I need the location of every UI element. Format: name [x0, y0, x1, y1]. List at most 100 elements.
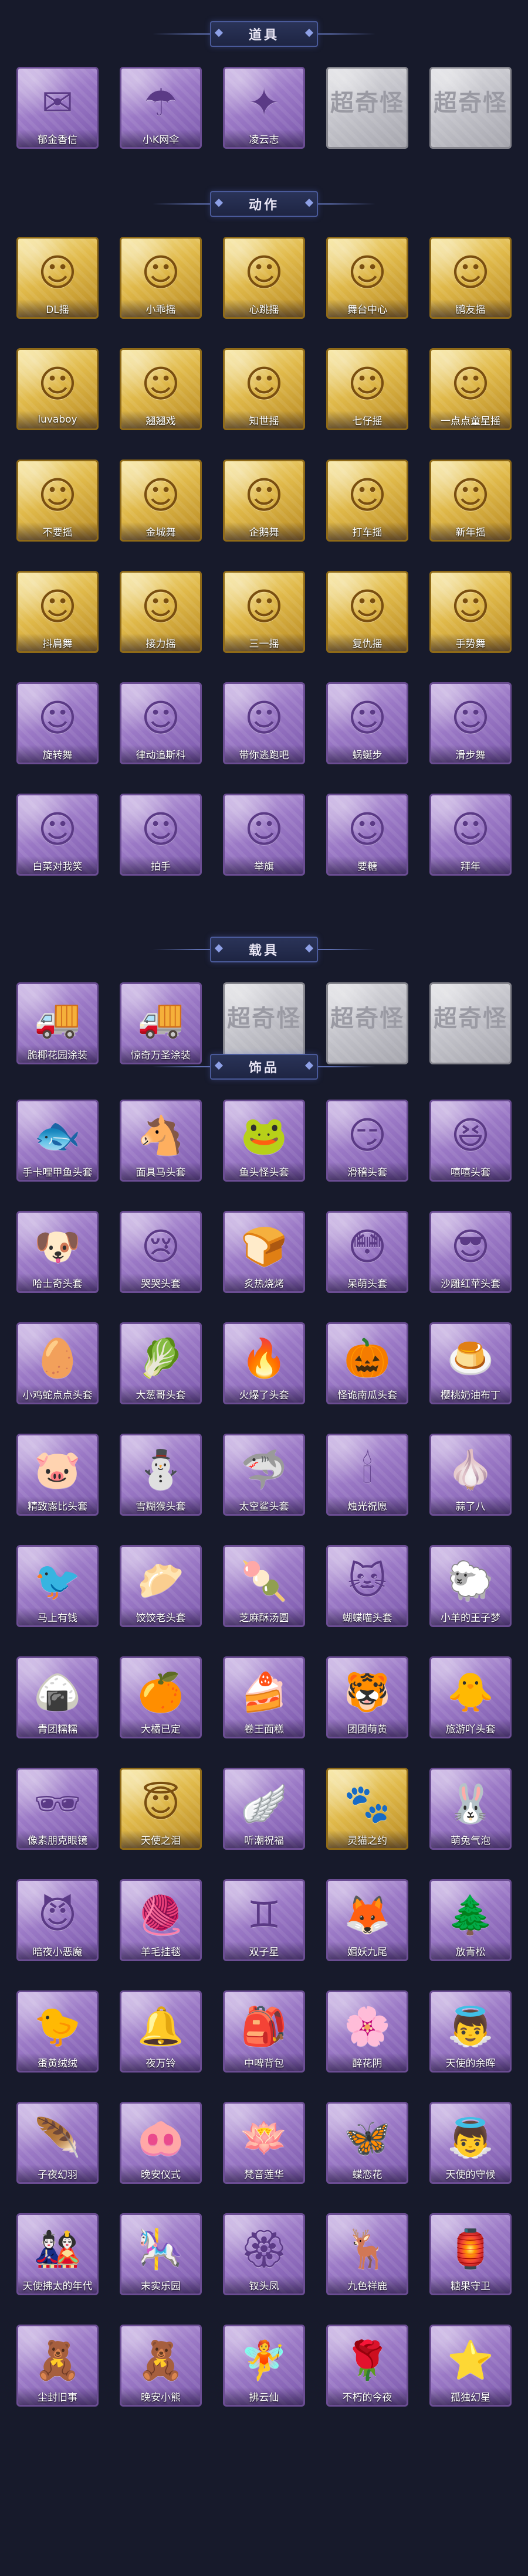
item-card[interactable]: ⭐ 孤独幻星 — [429, 2325, 512, 2410]
item-card[interactable]: 🦋 蝶恋花 — [326, 2102, 408, 2187]
item-card[interactable]: ☺ 心跳摇 — [223, 237, 305, 322]
item-card[interactable]: 🐸 鱼头怪头套 — [223, 1100, 305, 1185]
item-card[interactable]: 🧄 蒜了八 — [429, 1434, 512, 1519]
empty-item-slot[interactable]: 超奇怪 — [326, 67, 408, 152]
item-card[interactable]: 🐷 精致露比头套 — [16, 1434, 99, 1519]
item-card[interactable]: ☺ 要糖 — [326, 794, 408, 879]
item-card[interactable]: ☺ 不要摇 — [16, 460, 99, 545]
item-card[interactable]: 😳 呆萌头套 — [326, 1211, 408, 1296]
item-card[interactable]: 🐥 旅游吖头套 — [429, 1656, 512, 1742]
item-card[interactable]: 🎒 中啤背包 — [223, 1990, 305, 2076]
item-card[interactable]: 🏵 钗头凤 — [223, 2213, 305, 2299]
item-card[interactable]: 🍡 芝麻酥汤圆 — [223, 1545, 305, 1631]
item-card[interactable]: 🍞 炙热烧烤 — [223, 1211, 305, 1296]
item-card[interactable]: ☺ 金城舞 — [120, 460, 202, 545]
item-card[interactable]: 🐱 蝴蝶喵头套 — [326, 1545, 408, 1631]
item-card[interactable]: 🧸 晚安小熊 — [120, 2325, 202, 2410]
item-card[interactable]: 🎎 天使拂太的年代 — [16, 2213, 99, 2299]
item-card[interactable]: ⛄ 雪糊猴头套 — [120, 1434, 202, 1519]
ice-cream-truck-icon: 🚚 — [34, 997, 81, 1040]
item-card[interactable]: 🍮 樱桃奶油布丁 — [429, 1322, 512, 1408]
item-card[interactable]: ☺ luvaboy — [16, 348, 99, 434]
item-card[interactable]: 🧸 尘封旧事 — [16, 2325, 99, 2410]
item-card[interactable]: 🕯 烛光祝愿 — [326, 1434, 408, 1519]
item-card[interactable]: 🐾 灵猫之约 — [326, 1768, 408, 1853]
item-card[interactable]: ☺ 滑步舞 — [429, 682, 512, 768]
item-card[interactable]: 😇 天使之泪 — [120, 1768, 202, 1853]
item-card[interactable]: ☺ 旋转舞 — [16, 682, 99, 768]
item-card[interactable]: ☺ 打车摇 — [326, 460, 408, 545]
item-card[interactable]: 🎠 末实乐园 — [120, 2213, 202, 2299]
item-card[interactable]: ☺ 七仔摇 — [326, 348, 408, 434]
item-card[interactable]: ☺ 三一摇 — [223, 571, 305, 656]
item-card[interactable]: ☺ 蜗蜒步 — [326, 682, 408, 768]
item-card[interactable]: 🐟 手卡哩甲鱼头套 — [16, 1100, 99, 1185]
item-card[interactable]: ☺ 带你逃跑吧 — [223, 682, 305, 768]
item-card[interactable]: ☂ 小K网伞 — [120, 67, 202, 152]
item-card[interactable]: 🥟 饺饺老头套 — [120, 1545, 202, 1631]
item-card[interactable]: ☺ 复仇摇 — [326, 571, 408, 656]
item-card[interactable]: 🧶 羊毛挂毯 — [120, 1879, 202, 1965]
item-card[interactable]: 👼 天使的守候 — [429, 2102, 512, 2187]
card-frame: 🥬 大葱哥头套 — [120, 1322, 202, 1404]
item-card[interactable]: ♊ 双子星 — [223, 1879, 305, 1965]
empty-item-slot[interactable]: 超奇怪 — [429, 67, 512, 152]
item-card[interactable]: ☺ DL摇 — [16, 237, 99, 322]
item-card[interactable]: ☺ 白菜对我笑 — [16, 794, 99, 879]
item-card[interactable]: ☺ 翘翘戏 — [120, 348, 202, 434]
card-frame: ☺ 一点点童星摇 — [429, 348, 512, 430]
item-card[interactable]: 🐑 小羊的王子梦 — [429, 1545, 512, 1631]
item-card[interactable]: 🪷 梵音莲华 — [223, 2102, 305, 2187]
item-card[interactable]: 🍰 卷王面糕 — [223, 1656, 305, 1742]
item-label: 尘封旧事 — [18, 2387, 97, 2405]
item-card[interactable]: 🌹 不朽的今夜 — [326, 2325, 408, 2410]
item-card[interactable]: 😢 哭哭头套 — [120, 1211, 202, 1296]
item-card[interactable]: 🐽 晚安仪式 — [120, 2102, 202, 2187]
item-card[interactable]: 😏 滑稽头套 — [326, 1100, 408, 1185]
item-card[interactable]: 👼 天使的余晖 — [429, 1990, 512, 2076]
item-card[interactable]: 🐰 萌兔气泡 — [429, 1768, 512, 1853]
item-card[interactable]: 🧚 拂云仙 — [223, 2325, 305, 2410]
item-card[interactable]: 🕶 像素朋克眼镜 — [16, 1768, 99, 1853]
item-card[interactable]: 🏮 糖果守卫 — [429, 2213, 512, 2299]
item-card[interactable]: 🥚 小鸡蛇点点头套 — [16, 1322, 99, 1408]
item-card[interactable]: 🌸 醉花阴 — [326, 1990, 408, 2076]
item-card[interactable]: ☺ 接力摇 — [120, 571, 202, 656]
item-card[interactable]: ☺ 一点点童星摇 — [429, 348, 512, 434]
item-card[interactable]: 🪶 子夜幻羽 — [16, 2102, 99, 2187]
item-card[interactable]: 🎃 怪诡南瓜头套 — [326, 1322, 408, 1408]
item-card[interactable]: 🦊 媚妖九尾 — [326, 1879, 408, 1965]
item-card[interactable]: 🐶 哈士奇头套 — [16, 1211, 99, 1296]
item-card[interactable]: 🐯 团团萌黄 — [326, 1656, 408, 1742]
item-card[interactable]: 🌲 放青松 — [429, 1879, 512, 1965]
item-card[interactable]: ✦ 凌云志 — [223, 67, 305, 152]
item-card[interactable]: 🔥 火爆了头套 — [223, 1322, 305, 1408]
item-card[interactable]: ✉ 郁金香信 — [16, 67, 99, 152]
item-card[interactable]: 🐴 面具马头套 — [120, 1100, 202, 1185]
item-card[interactable]: 🍙 青团糯糯 — [16, 1656, 99, 1742]
item-card[interactable]: ☺ 舞台中心 — [326, 237, 408, 322]
item-card[interactable]: 🥬 大葱哥头套 — [120, 1322, 202, 1408]
item-card[interactable]: ☺ 企鹅舞 — [223, 460, 305, 545]
item-card[interactable]: ☺ 抖肩舞 — [16, 571, 99, 656]
item-card[interactable]: 😆 嘻嘻头套 — [429, 1100, 512, 1185]
item-card[interactable]: 🪽 听潮祝福 — [223, 1768, 305, 1853]
item-card[interactable]: 🔔 夜万铃 — [120, 1990, 202, 2076]
item-card[interactable]: ☺ 鹏友摇 — [429, 237, 512, 322]
item-card[interactable]: ☺ 律动追斯科 — [120, 682, 202, 768]
dance-pose-icon: ☺ — [141, 697, 181, 740]
item-card[interactable]: ☺ 小乖摇 — [120, 237, 202, 322]
item-card[interactable]: 🐦 马上有钱 — [16, 1545, 99, 1631]
item-card[interactable]: ☺ 举旗 — [223, 794, 305, 879]
item-card[interactable]: ☺ 拍手 — [120, 794, 202, 879]
item-card[interactable]: ☺ 手势舞 — [429, 571, 512, 656]
item-card[interactable]: 🐤 蛋黄绒绒 — [16, 1990, 99, 2076]
item-card[interactable]: 🦌 九色祥鹿 — [326, 2213, 408, 2299]
item-card[interactable]: 🦈 太空鲨头套 — [223, 1434, 305, 1519]
item-card[interactable]: ☺ 拜年 — [429, 794, 512, 879]
item-card[interactable]: 😈 暗夜小恶魔 — [16, 1879, 99, 1965]
item-card[interactable]: 😎 沙雕红苹头套 — [429, 1211, 512, 1296]
item-card[interactable]: 🍊 大橘已定 — [120, 1656, 202, 1742]
item-card[interactable]: ☺ 新年摇 — [429, 460, 512, 545]
item-card[interactable]: ☺ 知世摇 — [223, 348, 305, 434]
